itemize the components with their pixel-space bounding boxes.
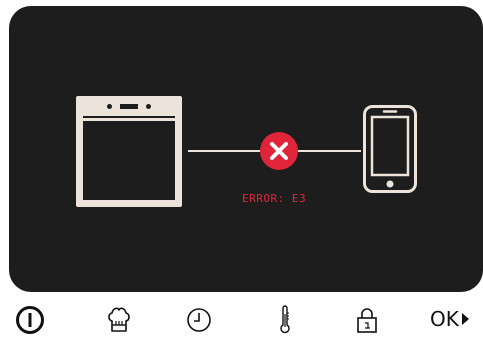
oven-display [120,104,138,109]
oven-knob-left [107,104,112,109]
thermometer-icon [280,305,290,334]
oven-panel-line [83,116,175,118]
connection-line-left [188,150,260,152]
play-arrow-icon [461,313,469,325]
bottom-toolbar: OK [0,298,483,340]
lock-icon [357,308,377,333]
recipes-button[interactable] [106,304,132,336]
power-icon [16,306,44,334]
ok-label: OK [430,307,459,331]
oven-door [83,121,175,200]
clock-icon [187,308,211,332]
power-button[interactable] [15,304,45,336]
timer-button[interactable] [185,304,213,336]
oven-icon [76,96,182,207]
child-lock-button[interactable] [355,304,379,336]
connection-line-right [298,150,361,152]
oven-knob-right [146,104,151,109]
ok-button[interactable]: OK [430,307,469,331]
error-message: ERROR: E3 [242,192,307,205]
error-x-icon [260,132,298,170]
temperature-button[interactable] [276,304,294,336]
chef-hat-icon [108,307,130,332]
smartphone-icon [363,105,417,193]
